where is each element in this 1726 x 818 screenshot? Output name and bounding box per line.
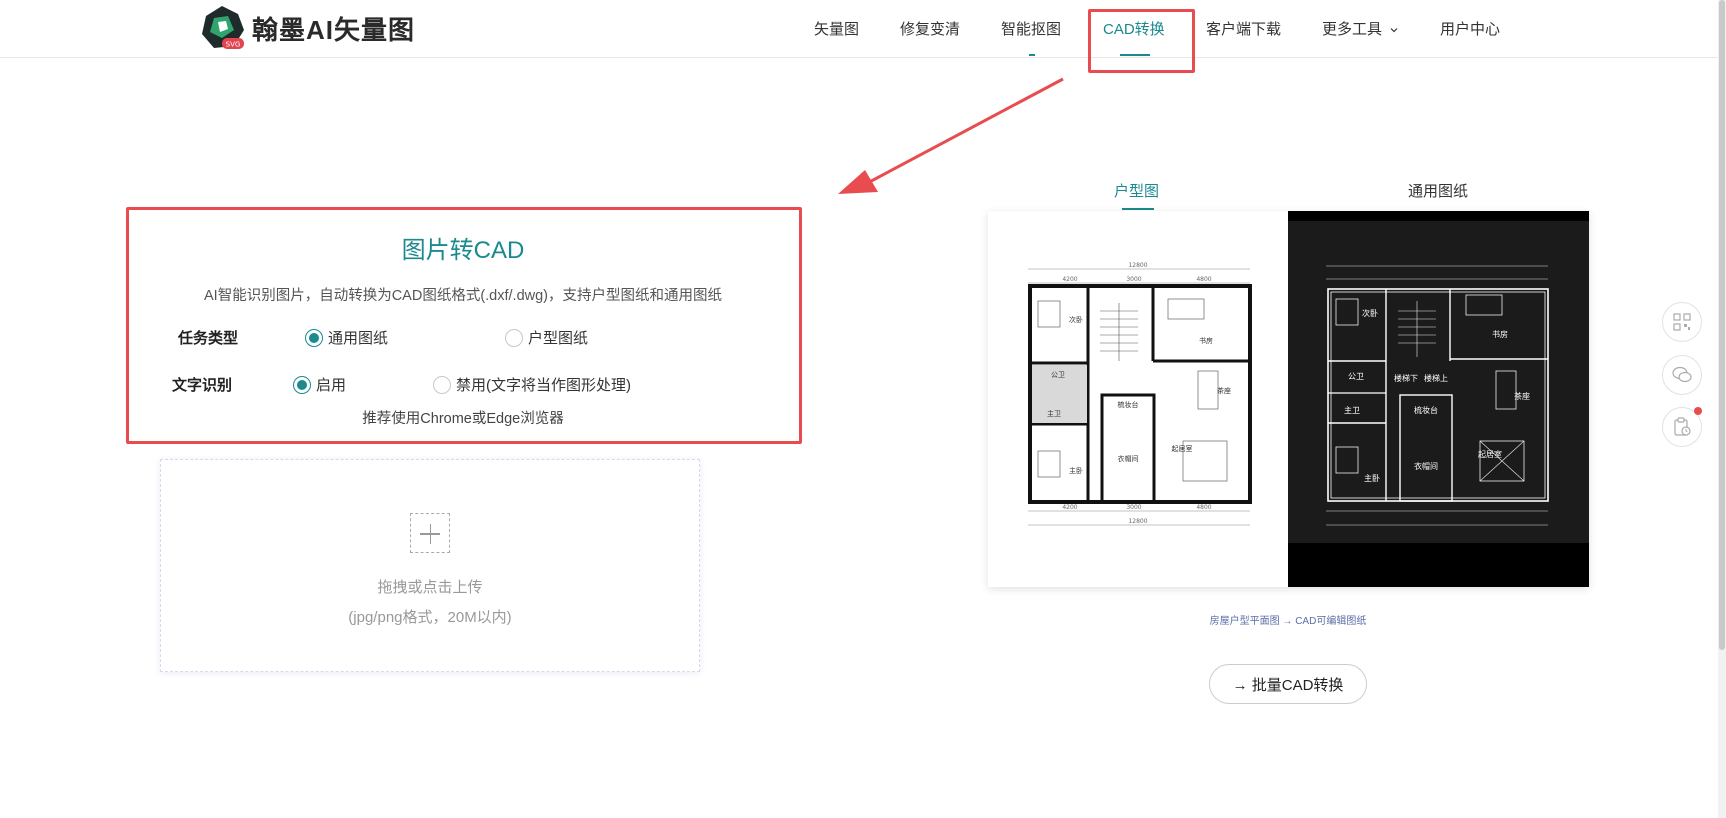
upload-format-hint: (jpg/png格式，20M以内) [348, 609, 512, 626]
room-label: 起居室 [1478, 449, 1502, 459]
notification-dot [1694, 407, 1702, 415]
room-label: 书房 [1199, 336, 1213, 345]
scrollbar-thumb[interactable] [1719, 0, 1725, 650]
dim-bottom-3: 4800 [1196, 504, 1211, 511]
room-label: 主卫 [1047, 409, 1061, 418]
room-label: 茶座 [1514, 391, 1530, 401]
radio-enable-ocr-label: 启用 [316, 377, 347, 394]
room-label: 衣帽间 [1118, 454, 1139, 463]
room-label: 书房 [1492, 329, 1508, 339]
wechat-button[interactable] [1662, 355, 1702, 395]
dim-top-1: 4200 [1062, 276, 1077, 283]
room-label: 公卫 [1348, 372, 1364, 381]
tab-active-underline [1122, 208, 1154, 210]
radio-dot [433, 375, 451, 394]
room-label: 主卧 [1069, 466, 1083, 475]
radio-floorplan-drawing[interactable]: 户型图纸 [505, 327, 588, 348]
room-label: 主卫 [1344, 405, 1360, 415]
upload-dropzone[interactable]: 拖拽或点击上传 (jpg/png格式，20M以内) [160, 459, 700, 672]
task-type-label: 任务类型 [178, 330, 239, 347]
room-label: 衣帽间 [1414, 461, 1438, 471]
radio-disable-ocr-label: 禁用(文字将当作图形处理) [456, 377, 631, 394]
qrcode-button[interactable] [1662, 302, 1702, 342]
clipboard-icon [1674, 417, 1691, 436]
room-label: 次卧 [1362, 308, 1378, 318]
dim-top-2: 3000 [1126, 276, 1141, 283]
room-label: 茶座 [1217, 386, 1231, 395]
upload-instruction: 拖拽或点击上传 [377, 579, 483, 596]
wechat-icon [1672, 366, 1692, 383]
dim-bottom-total: 12800 [1128, 518, 1147, 525]
radio-general-drawing-label: 通用图纸 [328, 330, 389, 347]
radio-dot [505, 328, 523, 347]
room-label: 主卧 [1364, 473, 1380, 483]
tab-floorplan[interactable]: 户型图 [1114, 180, 1159, 201]
radio-disable-ocr[interactable]: 禁用(文字将当作图形处理) [433, 374, 631, 395]
room-label: 次卧 [1069, 315, 1083, 324]
page-title: 图片转CAD [401, 237, 525, 264]
preview-caption: 房屋户型平面图 → CAD可编辑图纸 [1209, 616, 1367, 627]
radio-dot [293, 375, 311, 394]
radio-dot [305, 328, 323, 347]
room-label: 梳妆台 [1118, 400, 1139, 409]
dim-bottom-1: 4200 [1062, 504, 1077, 511]
dim-top-3: 4800 [1196, 276, 1211, 283]
floorplan-comparison: 12800 4200 3000 4800 4200 3000 4800 1280… [988, 211, 1589, 587]
radio-enable-ocr[interactable]: 启用 [293, 374, 346, 395]
dim-top-total: 12800 [1128, 262, 1147, 269]
room-label: 公卫 [1051, 371, 1065, 379]
dim-bottom-2: 3000 [1126, 504, 1141, 511]
text-recognition-label: 文字识别 [172, 377, 233, 394]
tab-general-drawing[interactable]: 通用图纸 [1408, 180, 1468, 201]
page-description: AI智能识别图片，自动转换为CAD图纸格式(.dxf/.dwg)，支持户型图纸和… [204, 288, 722, 304]
room-label: 楼梯上 [1424, 373, 1448, 383]
qrcode-icon [1673, 313, 1691, 331]
room-label: 起居室 [1172, 444, 1193, 453]
radio-floorplan-drawing-label: 户型图纸 [528, 330, 589, 347]
batch-cad-convert-button[interactable]: → 批量CAD转换 [1209, 664, 1367, 704]
room-label: 梳妆台 [1414, 405, 1438, 415]
preview-image: 12800 4200 3000 4800 4200 3000 4800 1280… [988, 211, 1589, 587]
plus-icon [410, 513, 450, 553]
room-label: 楼梯下 [1394, 373, 1418, 383]
radio-general-drawing[interactable]: 通用图纸 [305, 327, 388, 348]
browser-hint: 推荐使用Chrome或Edge浏览器 [362, 411, 564, 427]
